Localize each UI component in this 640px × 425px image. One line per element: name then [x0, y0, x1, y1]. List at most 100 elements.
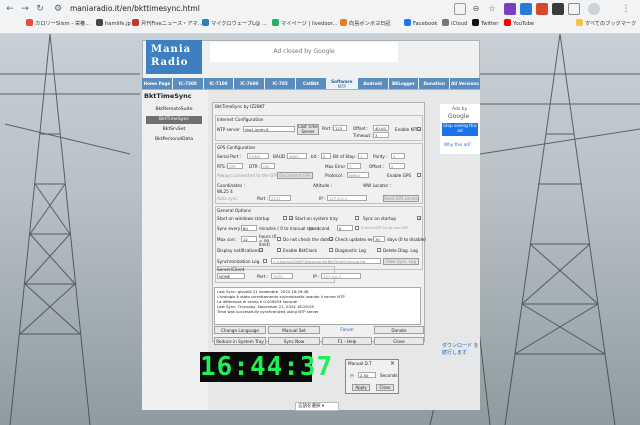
last-time-server-button[interactable]: Last Time Server: [297, 124, 319, 135]
delete-diag-checkbox[interactable]: [377, 248, 381, 252]
protocol-select[interactable]: NMEA: [347, 172, 369, 178]
tab-catbkt[interactable]: CatBkt: [296, 78, 326, 89]
bookmark-item[interactable]: 向島ボンボヨ日記: [340, 19, 391, 29]
check-updates-field[interactable]: 30: [373, 236, 385, 242]
manual-close-button[interactable]: Close: [376, 384, 394, 391]
close-button[interactable]: Close: [374, 337, 424, 345]
site-info-icon[interactable]: ⚙: [52, 3, 64, 15]
tab-ic7300[interactable]: IC-7300: [172, 78, 203, 89]
max-error-field[interactable]: 7: [347, 163, 361, 169]
start-windows-checkbox[interactable]: [283, 216, 287, 220]
manual-set-button[interactable]: Manual Set: [268, 326, 320, 334]
donate-button[interactable]: Donate: [374, 326, 424, 334]
extension-icon[interactable]: [552, 3, 564, 15]
to-second-field[interactable]: 0: [337, 225, 353, 231]
bookmark-item[interactable]: カロリーSlism - 栄養...: [26, 19, 90, 29]
log-path-field[interactable]: C:\Users\IZ2BKT\Documents\BktTimeSyncLog…: [271, 258, 381, 264]
bookmark-item[interactable]: Twitter: [472, 19, 498, 29]
tab-ic705[interactable]: IC-705: [265, 78, 296, 89]
enable-bkt-checkbox[interactable]: [277, 248, 281, 252]
all-bookmarks[interactable]: すべてのブックマーク: [576, 19, 636, 29]
sidebar-item-bkttimesync[interactable]: BktTimeSync: [146, 116, 202, 124]
bit-select[interactable]: 8: [321, 153, 331, 159]
port2-field[interactable]: 2237: [269, 195, 291, 201]
bookmark-item[interactable]: 月刊Fiveニュース・アマ...: [132, 19, 203, 29]
download-link[interactable]: ダウンロード を続行します: [442, 342, 482, 356]
ip-field[interactable]: 127.0.0.1: [327, 195, 367, 201]
sidebar-item-bktsrvset[interactable]: BktSrvSet: [146, 126, 202, 134]
enable-gps-checkbox[interactable]: [417, 173, 421, 177]
manual-dt-value[interactable]: 2.50: [358, 372, 376, 378]
enable-ntp-checkbox[interactable]: [417, 127, 421, 131]
zoom-icon[interactable]: ⊖: [470, 3, 482, 15]
apply-button[interactable]: Apply: [352, 384, 370, 391]
diag-log-checkbox[interactable]: [329, 248, 333, 252]
tab-donation[interactable]: Donation: [419, 78, 450, 89]
menu-icon[interactable]: ⋮: [620, 3, 632, 15]
sidebar-item-bktremotesuite[interactable]: BktRemoteSuite: [146, 106, 202, 114]
sidebar-item-bktpersonaldata[interactable]: BktPersonalData: [146, 136, 202, 144]
tab-bklogger[interactable]: BKLogger: [388, 78, 419, 89]
site-logo[interactable]: Mania Radio: [146, 40, 202, 74]
bookmark-item[interactable]: iCloud: [442, 19, 467, 29]
sync-startup-check[interactable]: [417, 216, 421, 220]
error-ntp-checkbox[interactable]: [355, 226, 359, 230]
dtr-select[interactable]: ON: [261, 163, 275, 169]
sync-every-field[interactable]: 60: [241, 225, 257, 231]
translate-icon[interactable]: [454, 3, 466, 15]
rts-select[interactable]: OFF: [227, 163, 243, 169]
sync-startup-checkbox[interactable]: [355, 216, 359, 220]
sync-now-button[interactable]: Sync Now: [268, 337, 320, 345]
reload-icon[interactable]: ↻: [34, 3, 46, 15]
tab-home[interactable]: Home Page: [142, 78, 172, 89]
timeout-field[interactable]: 3: [373, 132, 389, 138]
display-notif-checkbox[interactable]: [259, 248, 263, 252]
tab-all-versions[interactable]: All Versions: [450, 78, 480, 89]
tab-ic7600[interactable]: IC-7600: [234, 78, 265, 89]
offset-field[interactable]: 40.00: [373, 125, 389, 131]
tab-android[interactable]: Android: [357, 78, 388, 89]
bit-stop-select[interactable]: 1: [358, 153, 368, 159]
forward-icon[interactable]: →: [19, 3, 31, 15]
bookmark-item[interactable]: YouTube: [504, 19, 534, 29]
ntp-server-field[interactable]: ntp1.inrim.it: [243, 126, 295, 132]
close-icon[interactable]: ×: [390, 360, 395, 367]
tab-software[interactable]: Software NTP: [326, 78, 357, 89]
reduce-tray-button[interactable]: Reduce in System Tray: [214, 337, 266, 345]
port3-field[interactable]: 7070: [271, 273, 293, 279]
serial-port-select[interactable]: COM3: [247, 153, 269, 159]
sync-log-checkbox[interactable]: [263, 259, 267, 263]
check-updates-checkbox[interactable]: [329, 237, 333, 241]
extension-icon[interactable]: [504, 3, 516, 15]
help-button[interactable]: F1 - Help: [322, 337, 372, 345]
send-gps-button[interactable]: Send GPS Locator: [383, 195, 419, 202]
bookmark-item[interactable]: Facebook: [404, 19, 437, 29]
ip3-field[interactable]: 127.0.0.1: [321, 273, 361, 279]
extension-icon[interactable]: [536, 3, 548, 15]
back-icon[interactable]: ←: [4, 3, 16, 15]
max-corr-field[interactable]: 12: [241, 236, 257, 242]
server-client-select[interactable]: NONE: [217, 273, 245, 279]
no-check-checkbox[interactable]: [277, 237, 281, 241]
gps-offset-field[interactable]: 0: [389, 163, 405, 169]
change-language-button[interactable]: Change Language: [214, 326, 266, 334]
disconnect-gps-button[interactable]: Disconnect GPS: [277, 172, 313, 179]
bookmark-item[interactable]: マイページ | livedoor...: [272, 19, 337, 29]
language-selector[interactable]: 言語を選択 ▾: [295, 402, 339, 411]
address-bar[interactable]: maniaradio.it/en/bkttimesync.html: [70, 3, 410, 15]
parity-select[interactable]: 0: [391, 153, 405, 159]
port-field[interactable]: 123: [333, 125, 347, 131]
bookmark-item[interactable]: マイクロウェーブL@ ...: [202, 19, 267, 29]
stop-seeing-ad-button[interactable]: Stop seeing this ad: [442, 123, 478, 136]
tab-ic7100[interactable]: IC-7100: [203, 78, 234, 89]
bookmark-item[interactable]: hamlife.jp: [96, 19, 131, 29]
view-sync-log-button[interactable]: View Sync. Log: [383, 258, 419, 265]
why-ad-link[interactable]: Why this ad?: [444, 142, 471, 147]
forum-link[interactable]: Forum: [322, 326, 372, 334]
baud-select[interactable]: 4800: [287, 153, 307, 159]
star-icon[interactable]: ☆: [486, 3, 498, 15]
start-tray-checkbox[interactable]: [289, 216, 293, 220]
extension-icon[interactable]: [520, 3, 532, 15]
extensions-puzzle-icon[interactable]: [568, 3, 580, 15]
profile-avatar[interactable]: [588, 3, 600, 15]
